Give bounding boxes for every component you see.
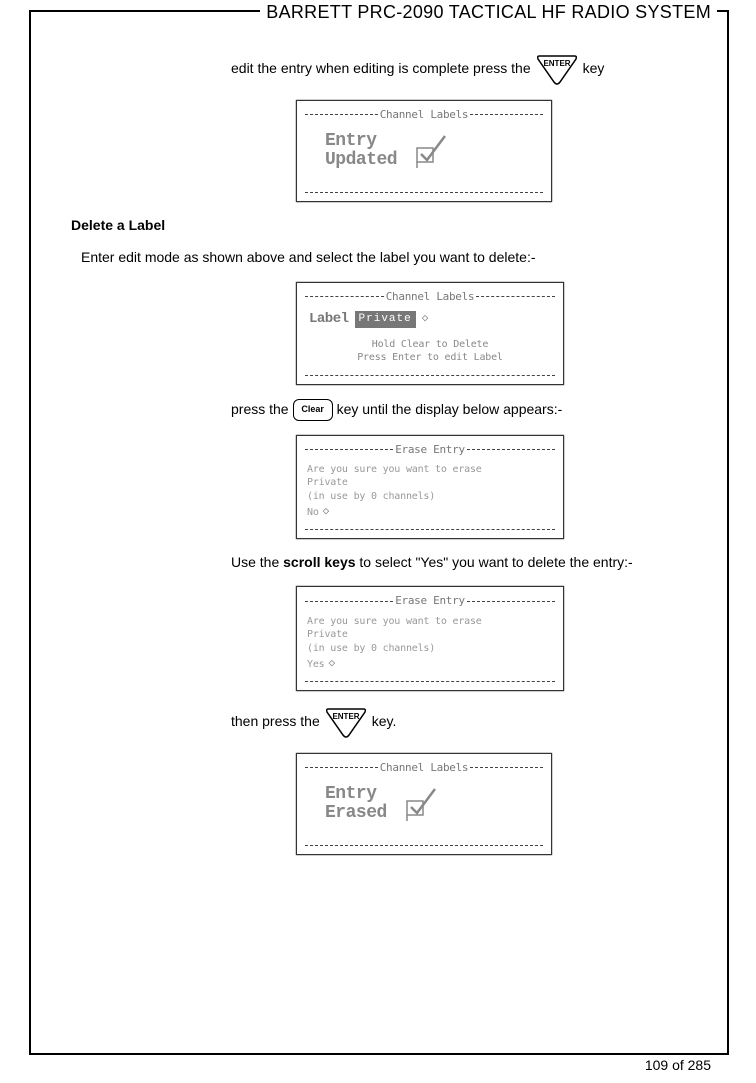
lcd-name: Private [307, 628, 553, 642]
text: key. [372, 712, 397, 732]
clear-key-icon: Clear [293, 399, 333, 421]
lcd-body: Are you sure you want to erase Private (… [305, 457, 555, 523]
instruction-line-scroll-keys: Use the scroll keys to select "Yes" you … [231, 553, 707, 573]
text: key [583, 59, 605, 79]
lcd-line2: Erased [325, 804, 387, 823]
page-header-title: BARRETT PRC-2090 TACTICAL HF RADIO SYSTE… [260, 2, 717, 23]
instruction-line-edit-complete: edit the entry when editing is complete … [231, 52, 707, 86]
dash-bottom [305, 529, 555, 530]
enter-key-icon: ENTER [324, 705, 368, 739]
dash-bottom [305, 375, 555, 376]
lcd-title: Channel Labels [378, 107, 471, 122]
lcd-title-row: Erase Entry [305, 442, 555, 457]
lcd-title-row: Channel Labels [305, 107, 543, 122]
lcd-body: Label Private ◇ Hold Clear to Delete Pre… [305, 304, 555, 369]
lcd-answer: No [307, 506, 319, 520]
text: to select "Yes" you want to delete the e… [356, 554, 633, 570]
lcd-body: Are you sure you want to erase Private (… [305, 609, 555, 675]
dash-right [476, 296, 555, 297]
lcd-inuse: (in use by 0 channels) [307, 642, 553, 656]
instruction-line-press-clear: press the Clear key until the display be… [231, 399, 707, 421]
lcd-question: Are you sure you want to erase [307, 615, 553, 629]
instruction-line-then-press-enter: then press the ENTER key. [231, 705, 707, 739]
lcd-line2: Updated [325, 151, 397, 170]
lcd-title-row: Channel Labels [305, 760, 543, 775]
lcd-line1: Entry [325, 785, 387, 804]
dash-left [305, 296, 384, 297]
lcd-title: Erase Entry [393, 442, 467, 457]
lcd-title: Channel Labels [384, 289, 477, 304]
lcd-body: Entry Erased [305, 775, 543, 839]
text: edit the entry when editing is complete … [231, 59, 531, 79]
dash-bottom [305, 681, 555, 682]
content: edit the entry when editing is complete … [31, 12, 727, 855]
lcd-question: Are you sure you want to erase [307, 463, 553, 477]
lcd-hint1: Hold Clear to Delete [309, 338, 551, 352]
lcd-line1: Entry [325, 132, 397, 151]
lcd-erase-no: Erase Entry Are you sure you want to era… [296, 435, 564, 539]
dash-left [305, 767, 378, 768]
dash-right [467, 449, 555, 450]
enter-key-label: ENTER [332, 712, 359, 721]
lcd-title-row: Channel Labels [305, 289, 555, 304]
updown-icon: ◇ [422, 312, 429, 327]
check-flag-icon [405, 787, 439, 823]
text: key until the display below appears:- [337, 400, 563, 420]
lcd-label-selected: Private [355, 311, 416, 328]
enter-key-label: ENTER [543, 59, 570, 68]
section-heading-delete-label: Delete a Label [71, 216, 707, 236]
instruction-line-enter-edit-mode: Enter edit mode as shown above and selec… [81, 248, 707, 268]
lcd-body: Entry Updated [305, 122, 543, 186]
lcd-title: Channel Labels [378, 760, 471, 775]
text-bold: scroll keys [283, 554, 355, 570]
enter-key-icon: ENTER [535, 52, 579, 86]
dash-left [305, 601, 393, 602]
lcd-label-word: Label [309, 310, 349, 330]
updown-icon: ◇ [323, 505, 330, 520]
lcd-entry-updated: Channel Labels Entry Updated [296, 100, 552, 202]
dash-right [470, 114, 543, 115]
dash-right [470, 767, 543, 768]
dash-bottom [305, 192, 543, 193]
page-footer-number: 109 of 285 [639, 1057, 717, 1073]
lcd-hint2: Press Enter to edit Label [309, 351, 551, 365]
lcd-title-row: Erase Entry [305, 593, 555, 608]
lcd-name: Private [307, 476, 553, 490]
lcd-entry-erased: Channel Labels Entry Erased [296, 753, 552, 855]
text: then press the [231, 712, 320, 732]
check-flag-icon [415, 134, 449, 170]
page-frame: BARRETT PRC-2090 TACTICAL HF RADIO SYSTE… [29, 10, 729, 1055]
lcd-title: Erase Entry [393, 593, 467, 608]
text: Use the [231, 554, 283, 570]
lcd-erase-yes: Erase Entry Are you sure you want to era… [296, 586, 564, 690]
text: press the [231, 400, 289, 420]
dash-left [305, 114, 378, 115]
lcd-inuse: (in use by 0 channels) [307, 490, 553, 504]
text: Enter edit mode as shown above and selec… [81, 248, 536, 268]
lcd-label-select: Channel Labels Label Private ◇ Hold Clea… [296, 282, 564, 385]
lcd-answer: Yes [307, 658, 324, 672]
dash-bottom [305, 845, 543, 846]
dash-right [467, 601, 555, 602]
dash-left [305, 449, 393, 450]
updown-icon: ◇ [328, 657, 335, 672]
